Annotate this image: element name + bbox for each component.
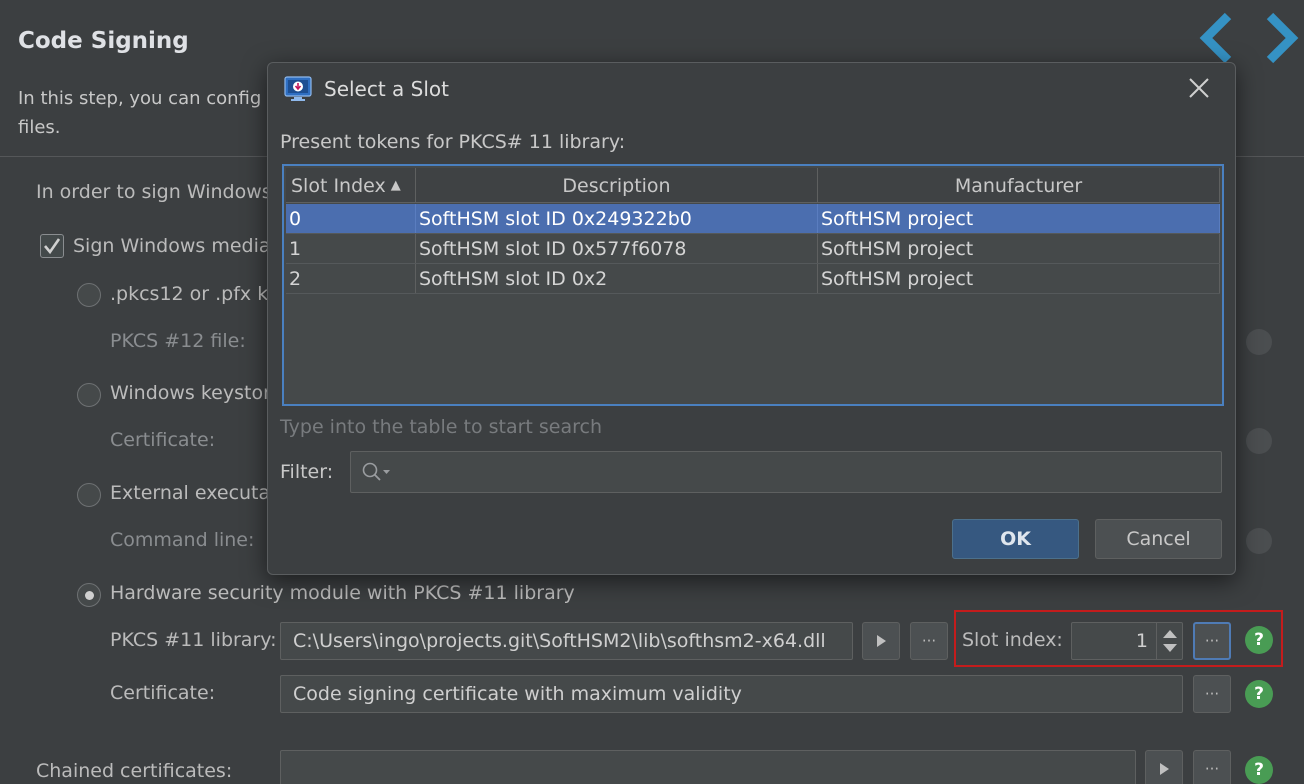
chained-certificates-field[interactable]: [280, 750, 1136, 784]
filter-input[interactable]: [350, 451, 1222, 493]
keystore-radio[interactable]: [77, 383, 101, 407]
pkcs12-label: .pkcs12 or .pfx ke: [110, 283, 280, 305]
hsm-label: Hardware security module with PKCS #11 l…: [110, 582, 575, 604]
certificate-field[interactable]: Code signing certificate with maximum va…: [280, 675, 1183, 713]
intro-line-1: In this step, you can config: [18, 88, 262, 109]
certificate-help-icon[interactable]: ?: [1245, 680, 1273, 708]
sign-instructions: In order to sign Windows: [36, 181, 272, 203]
page-title: Code Signing: [18, 28, 189, 54]
cell-manufacturer: SoftHSM project: [818, 234, 1220, 263]
cell-description: SoftHSM slot ID 0x249322b0: [416, 204, 818, 233]
table-header: Slot Index ▲ Description Manufacturer: [286, 168, 1220, 203]
column-header-description[interactable]: Description: [416, 168, 818, 203]
spinner-arrows-icon[interactable]: [1160, 627, 1180, 655]
external-radio[interactable]: [77, 483, 101, 507]
ok-button[interactable]: OK: [952, 519, 1079, 559]
pkcs11-library-field[interactable]: C:\Users\ingo\projects.git\SoftHSM2\lib\…: [280, 622, 853, 660]
search-icon[interactable]: [361, 461, 393, 483]
chained-certificates-label: Chained certificates:: [36, 760, 233, 782]
pkcs12-file-label: PKCS #12 file:: [110, 330, 246, 352]
tokens-label: Present tokens for PKCS# 11 library:: [280, 131, 626, 153]
slot-index-spinner[interactable]: 1: [1071, 622, 1183, 660]
page-intro: In this step, you can config files.: [18, 84, 278, 142]
spinner-divider: [1156, 623, 1157, 659]
slot-index-value[interactable]: 1: [1072, 623, 1156, 659]
dialog-app-icon: [284, 76, 312, 101]
select-slot-dialog: Select a Slot Present tokens for PKCS# 1…: [267, 62, 1236, 575]
cell-description: SoftHSM slot ID 0x577f6078: [416, 234, 818, 263]
slot-index-label: Slot index:: [962, 629, 1063, 651]
cell-slot-index: 1: [286, 234, 416, 263]
chained-certificates-help-icon[interactable]: ?: [1245, 756, 1273, 784]
keystore-label: Windows keystor: [110, 382, 271, 404]
chained-certificates-open-button[interactable]: [1145, 750, 1183, 784]
filter-label: Filter:: [280, 461, 334, 483]
keystore-help-icon: [1246, 428, 1272, 454]
slot-index-select-button[interactable]: ···: [1193, 622, 1231, 660]
chained-certificates-browse-button[interactable]: ···: [1193, 750, 1231, 784]
certificate-select-button[interactable]: ···: [1193, 675, 1231, 713]
cell-manufacturer: SoftHSM project: [818, 204, 1220, 233]
sign-windows-label: Sign Windows media: [73, 235, 271, 257]
dialog-title: Select a Slot: [324, 77, 449, 101]
cell-slot-index: 2: [286, 264, 416, 293]
slot-index-header-text: Slot Index: [291, 174, 386, 197]
pkcs12-radio[interactable]: [77, 283, 101, 307]
play-arrow-icon: [1160, 763, 1169, 775]
pkcs11-library-open-button[interactable]: [862, 622, 900, 660]
back-arrow-icon[interactable]: [1196, 10, 1236, 66]
table-row[interactable]: 2 SoftHSM slot ID 0x2 SoftHSM project: [286, 264, 1220, 294]
play-arrow-icon: [877, 635, 886, 647]
command-line-label: Command line:: [110, 529, 255, 551]
keystore-certificate-label: Certificate:: [110, 429, 216, 451]
sign-windows-checkbox[interactable]: [40, 234, 64, 258]
external-label: External executab: [110, 482, 283, 504]
slot-index-help-icon[interactable]: ?: [1245, 626, 1273, 654]
cell-description: SoftHSM slot ID 0x2: [416, 264, 818, 293]
forward-arrow-icon[interactable]: [1262, 10, 1302, 66]
cell-manufacturer: SoftHSM project: [818, 264, 1220, 293]
pkcs11-library-label: PKCS #11 library:: [110, 629, 277, 651]
sort-ascending-icon: ▲: [390, 178, 401, 193]
certificate-label: Certificate:: [110, 682, 216, 704]
column-header-slot-index[interactable]: Slot Index ▲: [286, 168, 416, 203]
close-icon[interactable]: [1186, 75, 1212, 101]
intro-line-2: files.: [18, 117, 61, 138]
pkcs12-help-icon: [1246, 329, 1272, 355]
search-hint: Type into the table to start search: [280, 416, 603, 438]
pkcs11-library-browse-button[interactable]: ···: [910, 622, 948, 660]
cell-slot-index: 0: [286, 204, 416, 233]
column-header-manufacturer[interactable]: Manufacturer: [818, 168, 1220, 203]
table-row[interactable]: 0 SoftHSM slot ID 0x249322b0 SoftHSM pro…: [286, 204, 1220, 234]
checkmark-icon: [44, 238, 61, 255]
external-help-icon: [1246, 528, 1272, 554]
slot-table[interactable]: Slot Index ▲ Description Manufacturer 0 …: [282, 164, 1224, 406]
table-row[interactable]: 1 SoftHSM slot ID 0x577f6078 SoftHSM pro…: [286, 234, 1220, 264]
cancel-button[interactable]: Cancel: [1095, 519, 1222, 559]
hsm-radio[interactable]: [77, 583, 101, 607]
